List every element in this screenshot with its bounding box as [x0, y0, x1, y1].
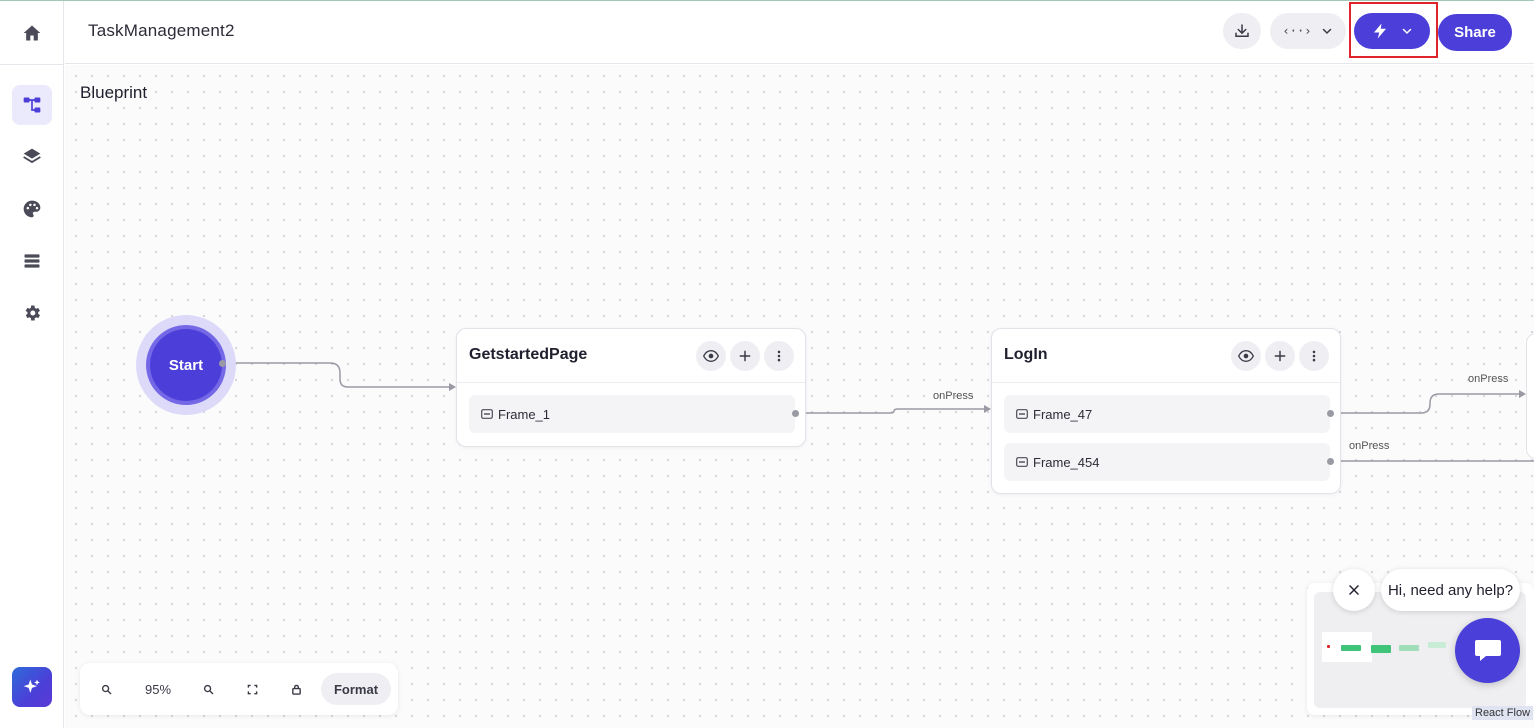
- frame-source-handle[interactable]: [792, 410, 799, 417]
- ai-assistant-button[interactable]: [12, 667, 52, 707]
- zoom-out-icon: [101, 684, 111, 694]
- zoom-out-button[interactable]: [96, 675, 116, 703]
- sidebar-divider: [0, 64, 64, 65]
- app-window: TaskManagement2 ‹··› Share Blueprint onP…: [0, 0, 1534, 728]
- home-icon: [23, 25, 41, 41]
- plus-icon: [1274, 350, 1286, 362]
- frame-row[interactable]: Frame_47: [1004, 395, 1330, 433]
- screen-node-login[interactable]: LogIn Frame_47 Frame_454: [991, 328, 1341, 494]
- frame-source-handle[interactable]: [1327, 410, 1334, 417]
- more-vertical-icon: [1312, 350, 1316, 362]
- zoom-level: 95%: [144, 681, 172, 697]
- help-close-button[interactable]: [1333, 569, 1375, 611]
- more-options-button[interactable]: [764, 341, 794, 371]
- canvas-controls: 95% Format: [80, 663, 398, 715]
- plus-icon: [739, 350, 751, 362]
- frame-source-handle[interactable]: [1327, 458, 1334, 465]
- more-options-button[interactable]: [1299, 341, 1329, 371]
- frame-icon: [1016, 457, 1028, 467]
- fit-view-icon: [247, 684, 257, 694]
- lock-button[interactable]: [286, 675, 306, 703]
- sidebar-item-layers[interactable]: [12, 137, 52, 177]
- flow-canvas[interactable]: Blueprint onPress onPress onPress Start: [65, 65, 1534, 728]
- screen-node-offscreen[interactable]: [1526, 333, 1534, 459]
- zoom-in-button[interactable]: [198, 675, 218, 703]
- frame-label: Frame_47: [1033, 406, 1093, 422]
- layers-icon: [23, 148, 41, 164]
- add-button[interactable]: [1265, 341, 1295, 371]
- node-title: GetstartedPage: [469, 346, 588, 363]
- more-vertical-icon: [777, 350, 781, 362]
- zoom-in-icon: [203, 684, 213, 694]
- eye-icon: [703, 349, 719, 363]
- edge-start-to-getstarted: [223, 362, 450, 388]
- sidebar-item-settings[interactable]: [12, 293, 52, 333]
- sidebar-item-data[interactable]: [12, 241, 52, 281]
- sidebar-item-blueprint[interactable]: [12, 85, 52, 125]
- edge-label-onpress: onPress: [1349, 440, 1390, 452]
- chat-launcher-button[interactable]: [1455, 618, 1520, 683]
- start-node-handle[interactable]: [219, 360, 226, 367]
- project-title: TaskManagement2: [88, 21, 235, 40]
- home-button[interactable]: [12, 13, 52, 53]
- edge-frame47-to-next: [1331, 393, 1520, 414]
- start-node[interactable]: Start: [150, 329, 222, 401]
- download-icon: [1235, 24, 1249, 37]
- minimap-node: [1399, 645, 1419, 651]
- arrowhead: [984, 405, 991, 413]
- close-icon: [1349, 585, 1359, 595]
- sparkle-icon: [23, 679, 40, 693]
- node-header: GetstartedPage: [457, 329, 805, 383]
- edge-label-onpress: onPress: [1468, 373, 1509, 385]
- code-icon: ‹··›: [1282, 24, 1312, 38]
- format-button[interactable]: Format: [321, 673, 391, 705]
- node-header: LogIn: [992, 329, 1340, 383]
- frame-icon: [481, 409, 493, 419]
- react-flow-attribution[interactable]: React Flow: [1472, 706, 1534, 720]
- help-message[interactable]: Hi, need any help?: [1381, 569, 1520, 611]
- gear-icon: [25, 305, 40, 321]
- sidebar: [0, 1, 64, 728]
- list-icon: [24, 254, 40, 268]
- palette-icon: [23, 200, 41, 218]
- download-button[interactable]: [1223, 13, 1261, 49]
- eye-icon: [1238, 349, 1254, 363]
- preview-button[interactable]: [696, 341, 726, 371]
- screen-node-getstartedpage[interactable]: GetstartedPage Frame_1: [456, 328, 806, 447]
- flow-icon: [23, 97, 41, 113]
- frame-label: Frame_1: [498, 406, 551, 422]
- minimap-node: [1341, 645, 1361, 651]
- code-export-dropdown[interactable]: ‹··›: [1270, 13, 1346, 49]
- share-button[interactable]: Share: [1438, 14, 1512, 51]
- run-dropdown-button[interactable]: [1354, 13, 1430, 49]
- edge-frame1-to-login: [796, 408, 985, 414]
- lock-icon: [291, 684, 301, 695]
- lightning-icon: [1374, 23, 1386, 39]
- arrowhead: [449, 383, 456, 391]
- fit-view-button[interactable]: [242, 675, 262, 703]
- chevron-down-icon: [1402, 28, 1412, 35]
- minimap-node: [1371, 645, 1391, 653]
- chevron-down-icon: [1323, 28, 1332, 35]
- add-button[interactable]: [730, 341, 760, 371]
- chat-icon: [1474, 639, 1501, 661]
- frame-icon: [1016, 409, 1028, 419]
- top-header: TaskManagement2 ‹··› Share: [65, 1, 1534, 64]
- node-title: LogIn: [1004, 346, 1048, 363]
- sidebar-item-theme[interactable]: [12, 189, 52, 229]
- frame-row[interactable]: Frame_454: [1004, 443, 1330, 481]
- minimap-node: [1428, 642, 1446, 648]
- preview-button[interactable]: [1231, 341, 1261, 371]
- arrowhead: [1519, 390, 1526, 398]
- frame-label: Frame_454: [1033, 454, 1100, 470]
- edge-label-onpress: onPress: [933, 390, 974, 402]
- frame-row[interactable]: Frame_1: [469, 395, 795, 433]
- minimap-node: [1327, 645, 1330, 648]
